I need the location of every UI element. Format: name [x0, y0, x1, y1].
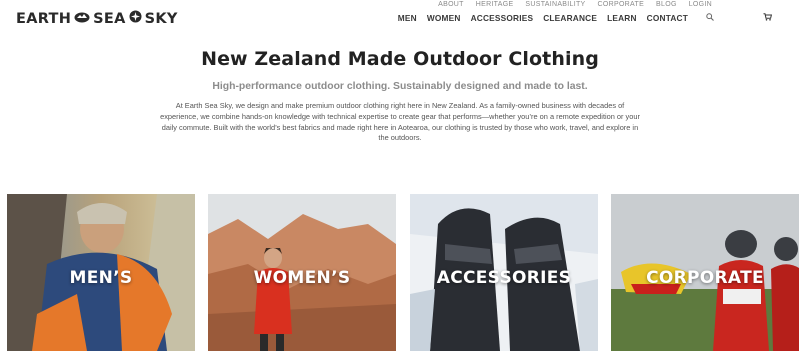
category-label-corporate: CORPORATE [646, 268, 764, 288]
page-subtitle: High-performance outdoor clothing. Susta… [212, 81, 588, 92]
utility-nav-about[interactable]: ABOUT [438, 0, 464, 10]
logo-word-earth: EARTH [16, 11, 72, 27]
utility-nav-corporate[interactable]: CORPORATE [598, 0, 645, 10]
utility-nav-heritage[interactable]: HERITAGE [476, 0, 514, 10]
category-label-accessories: ACCESSORIES [436, 268, 572, 288]
logo-star-icon [129, 10, 142, 28]
utility-nav-sustainability[interactable]: SUSTAINABILITY [525, 0, 585, 10]
category-tile-accessories[interactable]: ACCESSORIES [410, 194, 598, 351]
utility-nav: ABOUT HERITAGE SUSTAINABILITY CORPORATE … [438, 0, 712, 10]
main-nav: MEN WOMEN ACCESSORIES CLEARANCE LEARN CO… [398, 13, 714, 23]
search-icon[interactable] [706, 13, 714, 23]
logo-word-sea: SEA [93, 11, 126, 27]
logo-word-sky: SKY [144, 11, 178, 27]
main-nav-women[interactable]: WOMEN [427, 13, 461, 23]
category-label-mens: MEN’S [69, 268, 133, 288]
category-label-womens: WOMEN’S [253, 268, 351, 288]
main-nav-clearance[interactable]: CLEARANCE [543, 13, 597, 23]
category-tile-mens[interactable]: MEN’S [7, 194, 195, 351]
cart-icon[interactable] [763, 8, 773, 26]
main-nav-men[interactable]: MEN [398, 13, 417, 23]
utility-nav-blog[interactable]: BLOG [656, 0, 677, 10]
main-nav-learn[interactable]: LEARN [607, 13, 637, 23]
category-tile-womens[interactable]: WOMEN’S [208, 194, 396, 351]
utility-nav-login[interactable]: LOGIN [689, 0, 712, 10]
main-nav-contact[interactable]: CONTACT [647, 13, 688, 23]
page-title: New Zealand Made Outdoor Clothing [201, 48, 599, 70]
main-nav-accessories[interactable]: ACCESSORIES [471, 13, 534, 23]
category-tile-corporate[interactable]: CORPORATE [611, 194, 799, 351]
intro-paragraph: At Earth Sea Sky, we design and make pre… [160, 101, 640, 143]
logo-badge-icon [74, 10, 90, 28]
category-grid: MEN’S WOMEN’S ACCESSORIES CORPORATE [0, 194, 800, 351]
brand-logo[interactable]: EARTH SEA SKY [16, 10, 178, 28]
